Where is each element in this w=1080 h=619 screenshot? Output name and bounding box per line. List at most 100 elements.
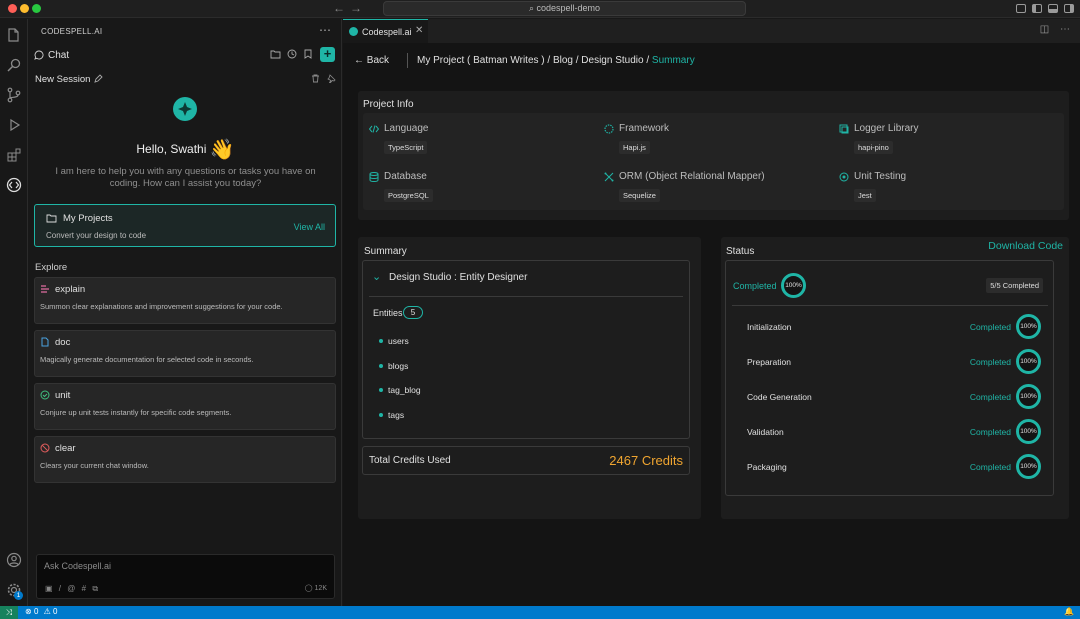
- layout-customize-icon[interactable]: [1016, 4, 1026, 13]
- editor-tab-bar: Codespell.ai ✕ ◫ ⋯: [343, 19, 1080, 43]
- completed-count-chip: 5/5 Completed: [986, 278, 1043, 293]
- summary-title: Summary: [364, 246, 407, 257]
- extensions-icon[interactable]: [6, 147, 22, 163]
- codespell-extension-icon[interactable]: [6, 177, 22, 193]
- hash-context-icon[interactable]: #: [82, 584, 86, 593]
- mention-icon[interactable]: @: [67, 584, 75, 593]
- code-icon: [369, 125, 379, 133]
- delete-session-icon[interactable]: [311, 74, 320, 83]
- slash-command-icon[interactable]: /: [59, 584, 61, 593]
- explorer-icon[interactable]: [6, 27, 22, 43]
- image-attach-icon[interactable]: ▣: [45, 584, 53, 593]
- command-description: Magically generate documentation for sel…: [40, 355, 254, 364]
- command-card-unit[interactable]: unit Conjure up unit tests instantly for…: [34, 383, 336, 430]
- my-projects-title: My Projects: [63, 213, 113, 224]
- info-value: TypeScript: [384, 141, 428, 154]
- folder-icon: [46, 214, 57, 223]
- toggle-primary-sidebar-icon[interactable]: [1032, 4, 1042, 13]
- warning-count: 0: [53, 607, 58, 616]
- close-window-button[interactable]: [8, 4, 17, 13]
- chevron-down-icon[interactable]: ⌄: [372, 270, 381, 283]
- step-status: Completed: [969, 427, 1011, 437]
- token-count: ◯ 12K: [305, 584, 327, 592]
- step-progress-ring: 100%: [1016, 454, 1041, 479]
- command-description: Summon clear explanations and improvemen…: [40, 302, 283, 311]
- back-label: Back: [366, 55, 390, 66]
- breadcrumb-path[interactable]: My Project ( Batman Writes ) / Blog / De…: [417, 55, 649, 66]
- account-icon[interactable]: [6, 552, 22, 568]
- remote-indicator-icon[interactable]: ⤨: [0, 606, 18, 619]
- more-actions-icon[interactable]: ⋯: [319, 23, 331, 37]
- summary-panel: Summary ⌄ Design Studio : Entity Designe…: [358, 237, 701, 519]
- command-card-doc[interactable]: doc Magically generate documentation for…: [34, 330, 336, 377]
- minimize-window-button[interactable]: [20, 4, 29, 13]
- entity-item: users: [379, 336, 409, 346]
- edit-session-icon[interactable]: [94, 74, 103, 83]
- problems-indicator[interactable]: ⊗ 0 ⚠ 0: [25, 607, 57, 616]
- bookmark-icon[interactable]: [304, 49, 312, 59]
- my-projects-card[interactable]: My Projects Convert your design to code …: [34, 204, 336, 247]
- library-icon: [839, 124, 849, 134]
- close-tab-icon[interactable]: ✕: [415, 25, 423, 36]
- search-icon[interactable]: [6, 57, 22, 73]
- chat-bubble-icon: [34, 50, 44, 60]
- history-icon[interactable]: [287, 49, 297, 59]
- info-value: PostgreSQL: [384, 189, 433, 202]
- summary-page: ← Back My Project ( Batman Writes ) / Bl…: [343, 43, 1080, 606]
- more-actions-icon[interactable]: ⋯: [1060, 24, 1070, 35]
- command-name: doc: [55, 337, 71, 348]
- design-studio-title[interactable]: Design Studio : Entity Designer: [389, 272, 527, 283]
- info-language: Language TypeScript: [369, 122, 599, 162]
- command-card-explain[interactable]: explain Summon clear explanations and im…: [34, 277, 336, 324]
- info-logger: Logger Library hapi-pino: [839, 122, 1069, 162]
- greeting: Hello, Swathi 👋: [29, 137, 342, 162]
- entity-name: tag_blog: [388, 385, 421, 395]
- breadcrumb-divider: [407, 53, 408, 68]
- codespell-sidebar: CODESPELL.AI ⋯ Chat + New Session Hello,…: [29, 19, 342, 606]
- status-bar: ⤨ ⊗ 0 ⚠ 0 🔔: [0, 606, 1080, 619]
- view-all-link[interactable]: View All: [294, 222, 325, 232]
- command-card-clear[interactable]: clear Clears your current chat window.: [34, 436, 336, 483]
- bullet: [379, 413, 383, 417]
- breadcrumb-current: Summary: [651, 55, 695, 66]
- tab-codespell[interactable]: Codespell.ai ✕: [343, 19, 428, 43]
- maximize-window-button[interactable]: [32, 4, 41, 13]
- download-code-button[interactable]: Download Code: [988, 240, 1063, 252]
- command-name: clear: [55, 443, 76, 454]
- info-label: Logger Library: [854, 123, 919, 134]
- ask-input[interactable]: [37, 555, 334, 577]
- toggle-panel-icon[interactable]: [1048, 4, 1058, 13]
- overall-status: Completed: [733, 281, 777, 291]
- source-control-icon[interactable]: [6, 87, 22, 103]
- pin-session-icon[interactable]: [327, 74, 336, 83]
- notifications-bell-icon[interactable]: 🔔: [1064, 607, 1074, 616]
- error-icon: ⊗: [25, 607, 32, 616]
- toggle-secondary-sidebar-icon[interactable]: [1064, 4, 1074, 13]
- project-info-title: Project Info: [363, 99, 414, 110]
- chat-input-box: ▣ / @ # ⧉ ◯ 12K: [36, 554, 335, 599]
- framework-icon: [604, 124, 614, 134]
- nav-forward-arrow-icon[interactable]: →: [350, 1, 362, 15]
- entity-item: tag_blog: [379, 385, 421, 395]
- activity-bar: 1: [0, 19, 28, 606]
- intro-text: I am here to help you with any questions…: [55, 166, 316, 189]
- step-status: Completed: [969, 322, 1011, 332]
- info-label: Language: [384, 123, 429, 134]
- info-value: hapi-pino: [854, 141, 893, 154]
- bullet: [379, 339, 383, 343]
- info-label: Unit Testing: [854, 171, 907, 182]
- test-icon: [839, 172, 849, 182]
- back-button[interactable]: ← Back: [354, 55, 389, 66]
- new-chat-button[interactable]: +: [320, 47, 335, 62]
- run-debug-icon[interactable]: [6, 117, 22, 133]
- step-name: Code Generation: [747, 392, 812, 402]
- nav-back-arrow-icon[interactable]: ←: [333, 1, 345, 15]
- command-center-search[interactable]: ⌕ codespell-demo: [383, 1, 746, 16]
- file-context-icon[interactable]: ⧉: [92, 584, 98, 593]
- split-editor-icon[interactable]: ◫: [1040, 24, 1049, 35]
- step-name: Initialization: [747, 322, 792, 332]
- project-info-grid: Language TypeScript Framework Hapi.js Lo…: [363, 113, 1064, 210]
- command-description: Clears your current chat window.: [40, 461, 149, 470]
- warning-icon: ⚠: [43, 607, 51, 616]
- folder-icon[interactable]: [270, 49, 281, 59]
